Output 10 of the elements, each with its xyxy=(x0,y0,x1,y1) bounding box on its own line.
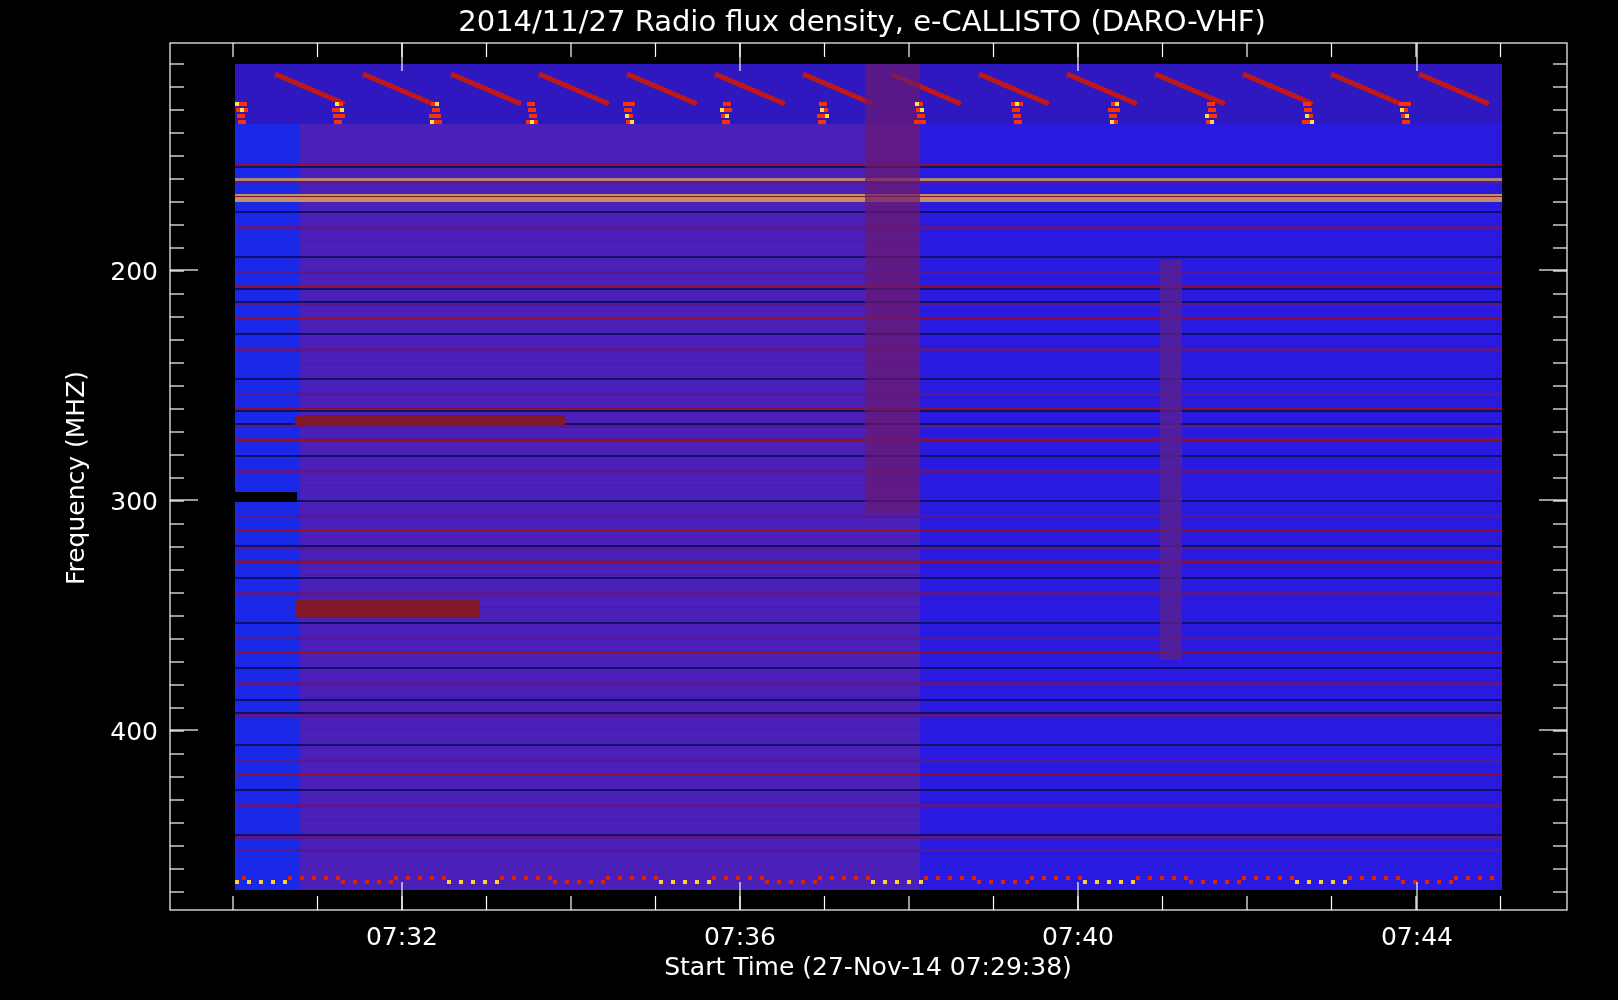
x-tick-label: 07:44 xyxy=(1381,922,1453,951)
y-tick-label: 400 xyxy=(110,717,158,746)
x-tick-label: 07:40 xyxy=(1042,922,1114,951)
x-tick-label: 07:36 xyxy=(704,922,776,951)
plot-title: 2014/11/27 Radio flux density, e-CALLISTO (DARO-VHF) xyxy=(458,4,1266,38)
y-tick-label: 200 xyxy=(110,257,158,286)
y-tick-label: 300 xyxy=(110,487,158,516)
x-axis-label: Start Time (27-Nov-14 07:29:38) xyxy=(664,952,1072,981)
y-axis-label: Frequency (MHZ) xyxy=(61,370,90,586)
x-tick-label: 07:32 xyxy=(366,922,438,951)
